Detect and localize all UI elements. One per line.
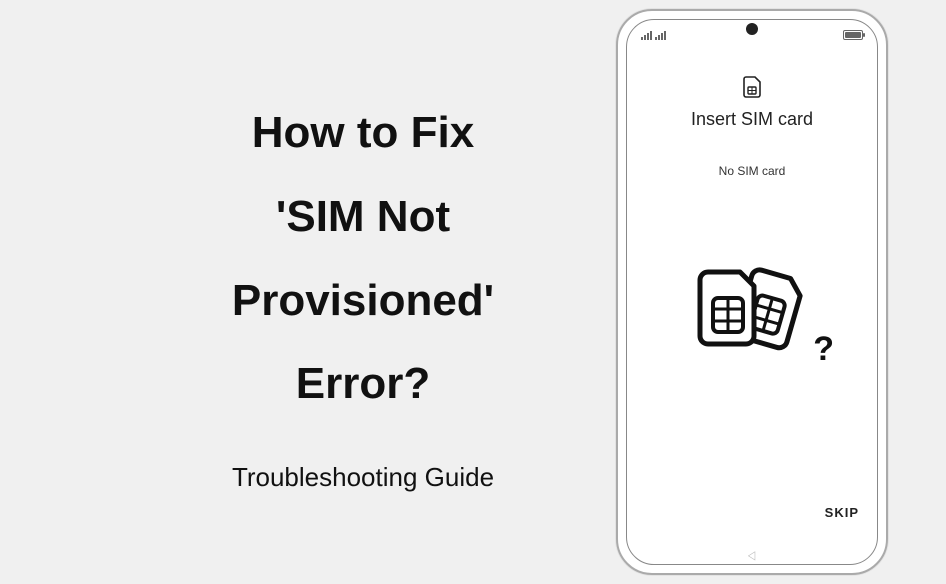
status-left [641,31,666,40]
signal-icon [641,31,652,40]
skip-button[interactable]: SKIP [825,505,859,520]
screen-content: Insert SIM card No SIM card [627,46,877,546]
android-nav-bar: ◁ [627,546,877,564]
headline-line-3: Error? [140,342,586,426]
screen-message: No SIM card [719,164,786,178]
headline-block: How to Fix 'SIM Not Provisioned' Error? … [0,91,616,492]
headline: How to Fix 'SIM Not Provisioned' Error? [140,91,586,425]
subtitle: Troubleshooting Guide [140,462,586,493]
headline-line-2: 'SIM Not Provisioned' [140,175,586,342]
headline-line-1: How to Fix [140,91,586,175]
back-icon[interactable]: ◁ [748,548,755,562]
phone-frame: Insert SIM card No SIM card [616,9,888,575]
front-camera-icon [746,23,758,35]
phone-mockup: Insert SIM card No SIM card [616,9,906,575]
sim-card-small-icon [743,76,761,103]
battery-icon [843,30,863,40]
phone-screen: Insert SIM card No SIM card [626,19,878,565]
sim-cards-illustration: ? [692,258,812,363]
signal-icon [655,31,666,40]
question-mark-icon: ? [813,330,834,369]
screen-title: Insert SIM card [691,109,813,130]
